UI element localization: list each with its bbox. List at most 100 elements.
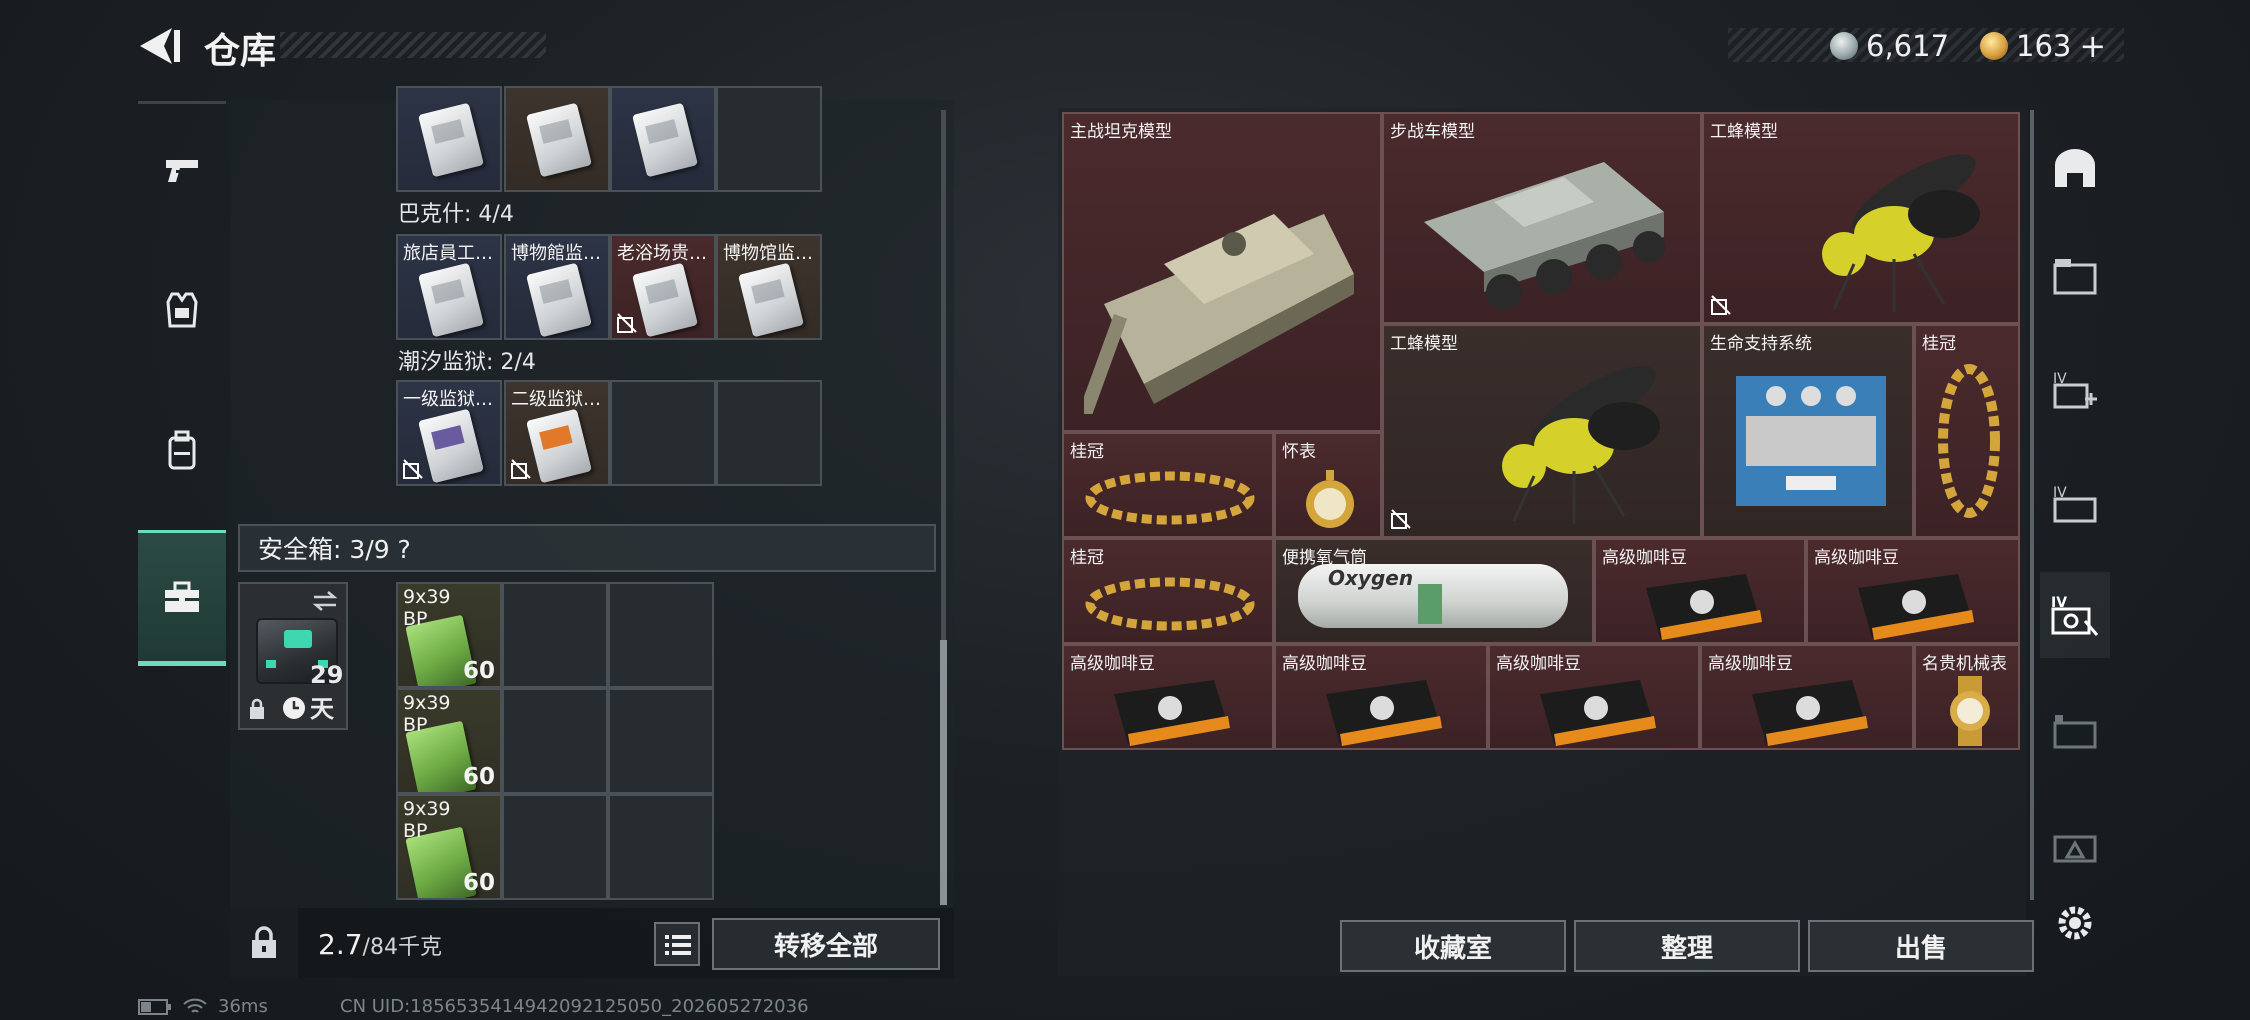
item-name: 桂冠 [1922,334,1956,354]
empty-slot[interactable] [716,380,822,486]
item-name: 高级咖啡豆 [1496,654,1581,674]
collection-item-ifv[interactable]: 步战车模型 [1382,112,1702,324]
keycard-icon [418,408,484,484]
keycard-name: 二级监狱… [511,389,601,410]
inventory-scroll-thumb[interactable] [940,640,947,905]
empty-slot[interactable] [716,86,822,192]
unbound-icon [617,313,637,333]
add-gold-button[interactable]: + [2079,27,2106,65]
collection-item-wasp-2[interactable]: 工蜂模型 [1382,324,1702,538]
remaining-days: 29天 [310,661,344,723]
rnav-folder-1[interactable] [2040,234,2110,320]
transfer-all-button[interactable]: 转移全部 [712,918,940,970]
rnav-collection[interactable]: IV [2040,572,2110,658]
collection-item-coffee[interactable]: 高级咖啡豆 [1274,644,1488,750]
ammo-slot[interactable]: 9x39 BP 60 [396,688,502,794]
keycard-slot[interactable] [504,86,610,192]
swap-icon[interactable] [312,590,338,612]
tab-safebox[interactable] [138,530,226,666]
collection-item-coffee[interactable]: 高级咖啡豆 [1806,538,2020,644]
tab-backpack[interactable] [138,390,226,510]
silver-currency[interactable]: 6,617 [1830,26,1949,66]
empty-slot[interactable] [502,582,608,688]
collection-scrollbar[interactable] [2030,110,2034,900]
rnav-folder-4[interactable] [2040,800,2110,886]
collection-item-life-support[interactable]: 生命支持系统 [1702,324,1914,538]
settings-button[interactable] [2040,880,2110,966]
safebox-container[interactable]: 29天 [238,582,348,730]
sell-button[interactable]: 出售 [1808,920,2034,972]
wasp-model-icon [1502,366,1660,524]
rnav-folder-3[interactable] [2040,686,2110,772]
battery-icon [138,998,171,1015]
unbound-icon [403,459,423,479]
collection-item-oxygen[interactable]: 便携氧气筒 Oxygen [1274,538,1594,644]
collection-item-coffee[interactable]: 高级咖啡豆 [1062,644,1274,750]
left-nav [138,100,226,680]
keycard-slot[interactable]: 旅店員工… [396,234,502,340]
keycard-slot[interactable]: 二级监狱… [504,380,610,486]
ifv-model-icon [1424,162,1665,310]
keycard-icon [418,262,484,338]
tab-weapons[interactable] [138,110,226,230]
back-button[interactable] [134,24,184,68]
empty-slot[interactable] [608,688,714,794]
item-name: 主战坦克模型 [1070,122,1172,142]
toolbox-icon [165,581,199,612]
ammo-count: 60 [462,658,495,684]
collection-item-watch[interactable]: 名贵机械表 [1914,644,2020,750]
ammo-count: 60 [462,870,495,896]
tab-armor[interactable] [138,250,226,370]
add-storage-icon: IV [2053,371,2097,409]
lock-button[interactable] [230,908,298,978]
rnav-add-storage[interactable]: IV [2040,346,2110,432]
unbound-icon [1391,509,1411,529]
keycard-slot[interactable]: 老浴场贵… [610,234,716,340]
empty-slot[interactable] [502,794,608,900]
empty-slot[interactable] [608,582,714,688]
collection-item-coffee[interactable]: 高级咖啡豆 [1700,644,1914,750]
keycard-group-label: 巴克什: 4/4 [398,202,514,227]
keycard-slot[interactable]: 博物館监… [504,234,610,340]
keycard-slot[interactable] [610,86,716,192]
list-view-button[interactable] [654,922,700,966]
empty-slot[interactable] [502,688,608,794]
coffee-bag-icon [1326,680,1442,746]
back-arrow-icon [140,28,180,64]
gold-amount: 163 [2016,29,2072,63]
empty-slot[interactable] [610,380,716,486]
sort-button[interactable]: 整理 [1574,920,1800,972]
collection-item-tank[interactable]: 主战坦克模型 [1062,112,1382,432]
collection-item-pocket-watch[interactable]: 怀表 [1274,432,1382,538]
collection-item-laurel[interactable]: 桂冠 [1062,432,1274,538]
keycard-name: 博物館监… [511,243,601,264]
item-name: 高级咖啡豆 [1282,654,1367,674]
keycard-slot[interactable]: 一级监狱… [396,380,502,486]
collection-item-wasp[interactable]: 工蜂模型 [1702,112,2020,324]
empty-slot[interactable] [608,794,714,900]
collection-item-laurel[interactable]: 桂冠 [1914,324,2020,538]
item-name: 名贵机械表 [1922,654,2007,674]
keycard-slot[interactable] [396,86,502,192]
keycard-icon [632,262,698,338]
collection-item-coffee[interactable]: 高级咖啡豆 [1488,644,1700,750]
weight-max: /84千克 [362,935,442,960]
rnav-home[interactable] [2040,126,2110,212]
keycard-slot[interactable]: 博物馆监… [716,234,822,340]
collection-room-button[interactable]: 收藏室 [1340,920,1566,972]
rnav-folder-2[interactable]: IV [2040,460,2110,546]
lock-icon [250,698,264,719]
keycard-name: 旅店員工… [403,243,493,264]
gold-currency[interactable]: 163 + [1980,26,2106,66]
weight-current: 2.7 [318,928,363,961]
item-name: 高级咖啡豆 [1814,548,1899,568]
laurel-crown-icon [1938,364,2000,518]
ammo-slot[interactable]: 9x39 BP 60 [396,794,502,900]
gear-icon [2058,906,2092,940]
collection-item-laurel[interactable]: 桂冠 [1062,538,1274,644]
collection-item-coffee[interactable]: 高级咖啡豆 [1594,538,1806,644]
coffee-bag-icon [1540,680,1656,746]
storage-folder-icon [2053,835,2097,863]
status-bar: 36ms [138,996,268,1017]
ammo-slot[interactable]: 9x39 BP 60 [396,582,502,688]
